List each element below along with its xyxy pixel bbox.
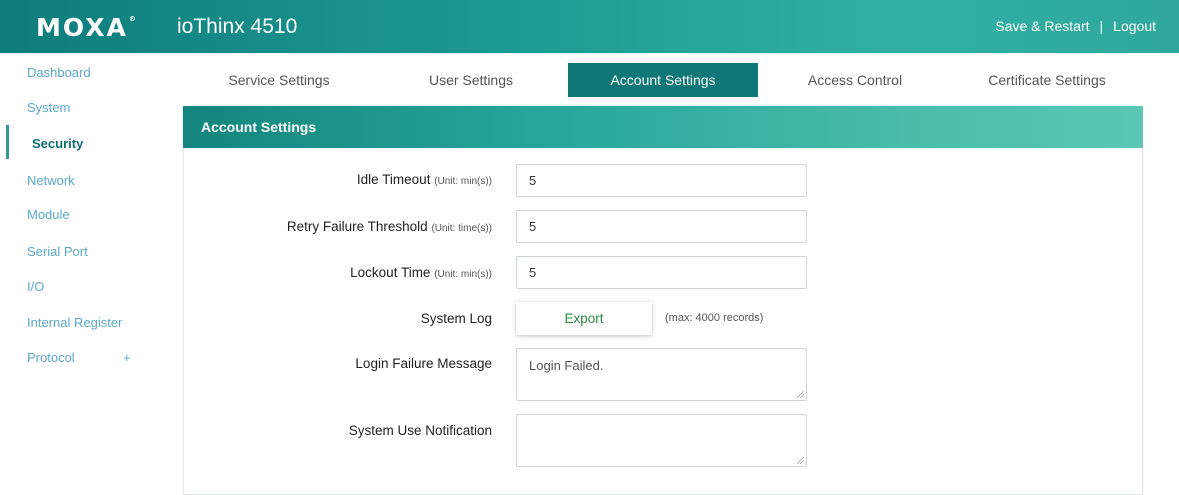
header-separator: | [1099,18,1104,34]
lockout-time-text: Lockout Time [350,265,431,280]
lockout-time-unit: (Unit: min(s)) [434,269,492,280]
login-failure-textarea[interactable]: Login Failed. [516,348,807,401]
idle-timeout-label: Idle Timeout (Unit: min(s)) [357,172,492,187]
idle-timeout-unit: (Unit: min(s)) [434,176,492,187]
moxa-logo: MOXA ® [36,12,138,42]
top-bar: MOXA ® ioThinx 4510 Save & Restart | Logo… [0,0,1179,53]
logout-link[interactable]: Logout [1113,18,1156,34]
retry-threshold-unit: (Unit: time(s)) [431,223,492,234]
tab-bar: Service Settings User Settings Account S… [183,63,1143,97]
save-restart-link[interactable]: Save & Restart [995,18,1089,34]
brand-name: MOXA [36,12,128,42]
resize-handle-icon[interactable] [797,391,804,398]
sidebar-item-network[interactable]: Network [27,173,75,188]
expand-icon[interactable]: + [123,350,131,365]
retry-threshold-text: Retry Failure Threshold [286,219,428,234]
lockout-time-label: Lockout Time (Unit: min(s)) [350,265,492,280]
export-button[interactable]: Export [516,302,652,335]
sidebar-item-module[interactable]: Module [27,207,70,222]
retry-threshold-input[interactable]: 5 [516,210,807,243]
sidebar-item-protocol[interactable]: Protocol [27,350,75,365]
sidebar-item-security[interactable]: Security [32,136,83,151]
idle-timeout-input[interactable]: 5 [516,164,807,197]
idle-timeout-text: Idle Timeout [356,172,431,187]
export-hint: (max: 4000 records) [665,312,764,324]
product-name: ioThinx 4510 [177,15,298,38]
sidebar-item-system[interactable]: System [27,100,70,115]
tab-access-control[interactable]: Access Control [759,63,951,97]
active-indicator [6,125,9,159]
login-failure-label: Login Failure Message [355,356,492,371]
sidebar-item-dashboard[interactable]: Dashboard [27,65,91,80]
sidebar-item-io[interactable]: I/O [27,279,44,294]
system-log-label: System Log [420,311,492,326]
resize-handle-icon[interactable] [797,457,804,464]
tab-user-settings[interactable]: User Settings [375,63,567,97]
retry-threshold-label: Retry Failure Threshold (Unit: time(s)) [287,219,492,234]
lockout-time-input[interactable]: 5 [516,256,807,289]
login-failure-value: Login Failed. [529,358,604,373]
tab-certificate-settings[interactable]: Certificate Settings [951,63,1143,97]
tab-account-settings[interactable]: Account Settings [568,63,758,97]
tab-service-settings[interactable]: Service Settings [183,63,375,97]
sidebar-item-serial-port[interactable]: Serial Port [27,244,88,259]
system-use-textarea[interactable] [516,414,807,467]
panel-title: Account Settings [183,106,1143,148]
header-actions: Save & Restart | Logout [995,18,1156,34]
sidebar-item-internal-register[interactable]: Internal Register [27,315,122,330]
sidebar: Dashboard System Security Network Module… [0,53,160,495]
system-use-label: System Use Notification [348,423,492,438]
